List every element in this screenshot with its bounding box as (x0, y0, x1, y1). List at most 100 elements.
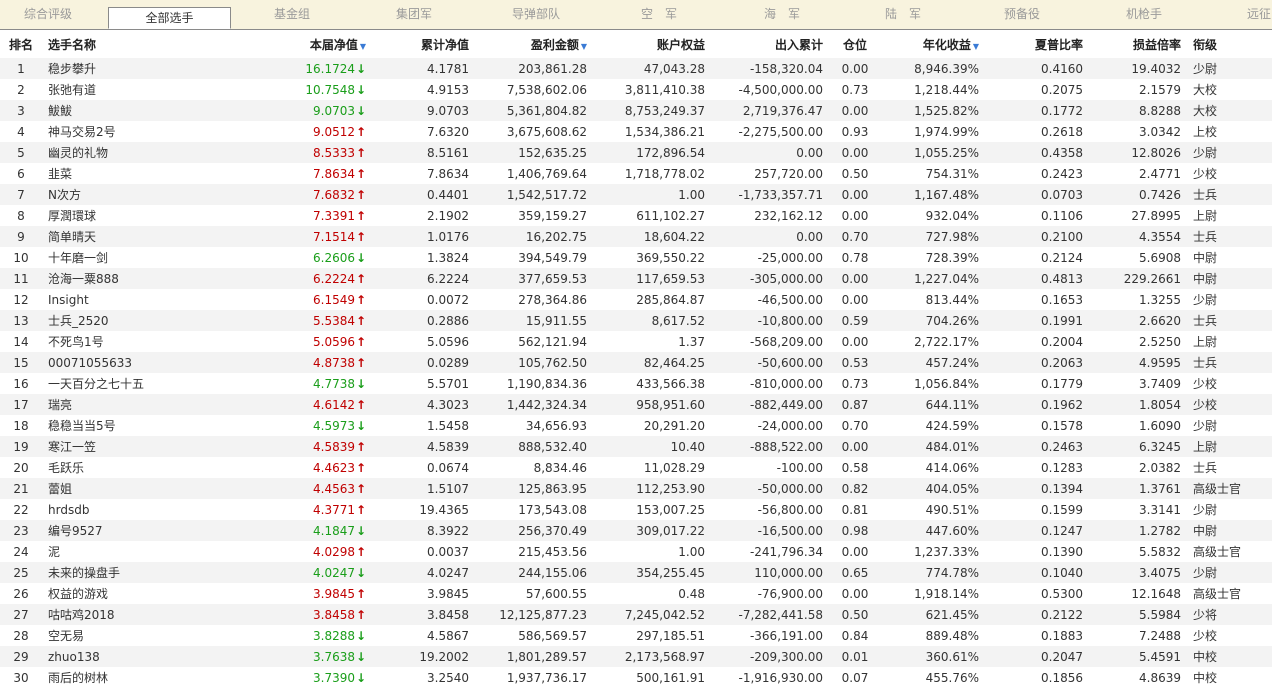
player-name-link[interactable]: 咕咕鸡2018 (42, 604, 182, 625)
tab-6[interactable]: 海 军 (764, 0, 800, 29)
player-name-link[interactable]: 瑞亮 (42, 394, 182, 415)
tab-9[interactable]: 机枪手 (1126, 0, 1162, 29)
player-name-link[interactable]: 空无易 (42, 625, 182, 646)
table-cell: 0.2618 (1041, 124, 1083, 139)
player-name-link[interactable]: 编号9527 (42, 520, 182, 541)
player-name-link[interactable]: Insight (42, 289, 182, 310)
table-row[interactable]: 27 咕咕鸡2018 3.8458↑ 3.8458 12,125,877.23 7,245… (0, 604, 1272, 625)
tab-4[interactable]: 导弹部队 (512, 0, 560, 29)
player-name-link[interactable]: 00071055633 (42, 352, 182, 373)
column-header[interactable]: 盈利金额 ▼ (475, 30, 593, 58)
player-name-link[interactable]: 稳步攀升 (42, 58, 182, 79)
sort-arrow-icon[interactable]: ▼ (581, 42, 587, 51)
net-value-cell: 6.1549↑ (313, 292, 367, 307)
table-row[interactable]: 13 士兵_2520 5.5384↑ 0.2886 15,911.55 8,617.52-… (0, 310, 1272, 331)
player-name-link[interactable]: 沧海一粟888 (42, 268, 182, 289)
tab-1[interactable]: 全部选手 (108, 7, 231, 29)
table-row[interactable]: 10 十年磨一剑 6.2606↓ 1.3824 394,549.79 369,550.22… (0, 247, 1272, 268)
player-name-link[interactable]: 鮁鮁 (42, 100, 182, 121)
player-name-link[interactable]: 一天百分之七十五 (42, 373, 182, 394)
table-row[interactable]: 17 瑞亮 4.6142↑ 4.3023 1,442,324.34 958,951.60-… (0, 394, 1272, 415)
sort-arrow-icon[interactable]: ▼ (973, 42, 979, 51)
tab-5[interactable]: 空 军 (641, 0, 677, 29)
table-cell: 0.5300 (1041, 586, 1083, 601)
table-row[interactable]: 12 Insight 6.1549↑ 0.0072 278,364.86 285,864.… (0, 289, 1272, 310)
table-row[interactable]: 6 韭菜 7.8634↑ 7.8634 1,406,769.64 1,718,778.02… (0, 163, 1272, 184)
table-row[interactable]: 29 zhuo138 3.7638↓ 19.2002 1,801,289.57 2,173… (0, 646, 1272, 667)
table-row[interactable]: 16 一天百分之七十五 4.7738↓ 5.5701 1,190,834.36 433,5… (0, 373, 1272, 394)
net-value-cell: 3.7638↓ (182, 646, 372, 667)
table-row[interactable]: 22 hrdsdb 4.3771↑ 19.4365 173,543.08 153,007.… (0, 499, 1272, 520)
column-header[interactable]: 衔级 (1187, 30, 1272, 58)
player-name-link[interactable]: 不死鸟1号 (42, 331, 182, 352)
column-header[interactable]: 年化收益 ▼ (881, 30, 985, 58)
player-name-link[interactable]: 蕾姐 (42, 478, 182, 499)
sort-arrow-icon[interactable]: ▼ (360, 42, 366, 51)
player-name-link[interactable]: 稳稳当当5号 (42, 415, 182, 436)
player-name-link[interactable]: 寒江一笠 (42, 436, 182, 457)
column-header[interactable]: 本届净值 ▼ (182, 30, 372, 58)
table-cell: 15 (0, 352, 42, 373)
table-cell: 457.24% (881, 352, 985, 373)
table-row[interactable]: 19 寒江一笠 4.5839↑ 4.5839 888,532.40 10.40 -888,5… (0, 436, 1272, 457)
column-header[interactable]: 出入累计 (711, 30, 829, 58)
tab-8[interactable]: 预备役 (1004, 0, 1040, 29)
table-row[interactable]: 14 不死鸟1号 5.0596↑ 5.0596 562,121.94 1.37 -568,2… (0, 331, 1272, 352)
player-name-link[interactable]: 张弛有道 (42, 79, 182, 100)
column-header[interactable]: 账户权益 (593, 30, 711, 58)
tab-7[interactable]: 陆 军 (885, 0, 921, 29)
player-name-link[interactable]: zhuo138 (42, 646, 182, 667)
player-name-link[interactable]: 泥 (42, 541, 182, 562)
table-cell: 17 (0, 394, 42, 415)
arrow-up-icon: ↑ (356, 145, 367, 160)
table-cell: 5.5984 (1089, 604, 1187, 625)
player-name-link[interactable]: 权益的游戏 (42, 583, 182, 604)
table-row[interactable]: 28 空无易 3.8288↓ 4.5867 586,569.57 297,185.51 -3… (0, 625, 1272, 646)
table-row[interactable]: 5 幽灵的礼物 8.5333↑ 8.5161 152,635.25 172,896.54 0… (0, 142, 1272, 163)
column-header[interactable]: 损益倍率 (1089, 30, 1187, 58)
table-row[interactable]: 9 简单晴天 7.1514↑ 1.0176 16,202.75 18,604.22 0.00… (0, 226, 1272, 247)
table-row[interactable]: 26 权益的游戏 3.9845↑ 3.9845 57,600.55 0.48 -76,900… (0, 583, 1272, 604)
player-name-link[interactable]: N次方 (42, 184, 182, 205)
tab-2[interactable]: 基金组 (274, 0, 310, 29)
tab-0[interactable]: 综合评级 (24, 0, 72, 29)
table-row[interactable]: 2 张弛有道 10.7548↓ 4.9153 7,538,602.06 3,811,410… (0, 79, 1272, 100)
player-name-link[interactable]: 十年磨一剑 (42, 247, 182, 268)
column-header[interactable]: 累计净值 (372, 30, 475, 58)
table-row[interactable]: 23 编号9527 4.1847↓ 8.3922 256,370.49 309,017.2… (0, 520, 1272, 541)
table-cell: 5,361,804.82 (475, 100, 593, 121)
player-name-link[interactable]: 神马交易2号 (42, 121, 182, 142)
player-name-link[interactable]: 士兵_2520 (42, 310, 182, 331)
player-name-link[interactable]: hrdsdb (42, 499, 182, 520)
column-header[interactable]: 仓位 (829, 30, 881, 58)
table-row[interactable]: 1 稳步攀升 16.1724↓ 4.1781 203,861.28 47,043.28 -1… (0, 58, 1272, 79)
column-header[interactable]: 排名 (0, 30, 42, 58)
table-row[interactable]: 18 稳稳当当5号 4.5973↓ 1.5458 34,656.93 20,291.20 -… (0, 415, 1272, 436)
player-name-link[interactable]: 厚潤環球 (42, 205, 182, 226)
player-name-link[interactable]: 幽灵的礼物 (42, 142, 182, 163)
table-row[interactable]: 15 00071055633 4.8738↑ 0.0289 105,762.50 82,4… (0, 352, 1272, 373)
tab-3[interactable]: 集团军 (396, 0, 432, 29)
tab-10[interactable]: 远征 (1247, 0, 1271, 29)
table-row[interactable]: 24 泥 4.0298↑ 0.0037 215,453.56 1.00 -241,796.3… (0, 541, 1272, 562)
table-row[interactable]: 3 鮁鮁 9.0703↓ 9.0703 5,361,804.82 8,753,249.37… (0, 100, 1272, 121)
table-row[interactable]: 20 毛跃乐 4.4623↑ 0.0674 8,834.46 11,028.29 -100.… (0, 457, 1272, 478)
arrow-up-icon: ↑ (356, 124, 367, 139)
player-name-link[interactable]: 毛跃乐 (42, 457, 182, 478)
player-name-link[interactable]: 雨后的树林 (42, 667, 182, 688)
column-header[interactable]: 选手名称 (42, 30, 182, 58)
table-row[interactable]: 30 雨后的树林 3.7390↓ 3.2540 1,937,736.17 500,161.… (0, 667, 1272, 688)
arrow-up-icon: ↑ (356, 439, 367, 454)
table-row[interactable]: 25 未来的操盘手 4.0247↓ 4.0247 244,155.06 354,255.4… (0, 562, 1272, 583)
table-row[interactable]: 7 N次方 7.6832↑ 0.4401 1,542,517.72 1.00 -1,733,… (0, 184, 1272, 205)
table-cell: 27.8995 (1131, 208, 1181, 223)
table-row[interactable]: 11 沧海一粟888 6.2224↑ 6.2224 377,659.53 117,659.… (0, 268, 1272, 289)
table-row[interactable]: 8 厚潤環球 7.3391↑ 2.1902 359,159.27 611,102.27 23… (0, 205, 1272, 226)
table-cell: 774.78% (881, 562, 985, 583)
player-name-link[interactable]: 韭菜 (42, 163, 182, 184)
table-row[interactable]: 21 蕾姐 4.4563↑ 1.5107 125,863.95 112,253.90 -50… (0, 478, 1272, 499)
table-row[interactable]: 4 神马交易2号 9.0512↑ 7.6320 3,675,608.62 1,534,38… (0, 121, 1272, 142)
column-header[interactable]: 夏普比率 (985, 30, 1089, 58)
player-name-link[interactable]: 未来的操盘手 (42, 562, 182, 583)
player-name-link[interactable]: 简单晴天 (42, 226, 182, 247)
